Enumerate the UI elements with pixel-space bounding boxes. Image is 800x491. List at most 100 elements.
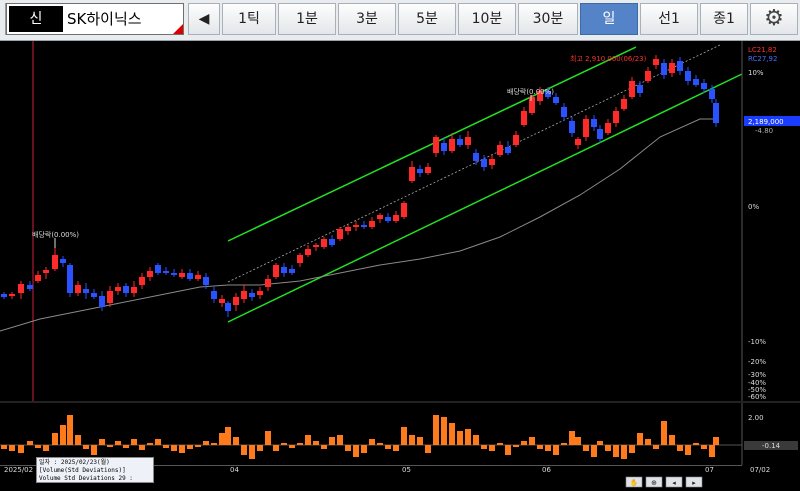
interval-30min[interactable]: 30분 [518, 3, 578, 35]
volume-bar[interactable] [473, 435, 479, 445]
volume-bar[interactable] [709, 445, 715, 457]
candle[interactable] [91, 293, 97, 297]
candle[interactable] [481, 159, 487, 167]
interval-3min[interactable]: 3분 [338, 3, 396, 35]
volume-bar[interactable] [417, 437, 423, 445]
volume-bar[interactable] [115, 441, 121, 445]
volume-bar[interactable] [545, 445, 551, 451]
volume-bar[interactable] [345, 445, 351, 451]
volume-bar[interactable] [591, 445, 597, 457]
volume-bar[interactable] [637, 433, 643, 445]
candle[interactable] [171, 273, 177, 275]
volume-bar[interactable] [305, 435, 311, 445]
volume-bar[interactable] [465, 429, 471, 445]
volume-bar[interactable] [361, 445, 367, 453]
volume-bar[interactable] [321, 445, 327, 449]
volume-bar[interactable] [605, 445, 611, 451]
candle[interactable] [377, 215, 383, 219]
volume-bar[interactable] [449, 423, 455, 445]
volume-bar[interactable] [179, 445, 185, 453]
candle[interactable] [575, 139, 581, 145]
candle[interactable] [361, 225, 367, 227]
candle[interactable] [529, 97, 535, 113]
candle[interactable] [353, 225, 359, 227]
volume-bar[interactable] [131, 439, 137, 445]
candle[interactable] [257, 291, 263, 295]
volume-bar[interactable] [241, 445, 247, 455]
volume-bar[interactable] [281, 443, 287, 445]
candle[interactable] [281, 267, 287, 273]
candle[interactable] [677, 61, 683, 71]
candle[interactable] [637, 85, 643, 93]
candle[interactable] [449, 139, 455, 151]
candle[interactable] [233, 297, 239, 305]
volume-bar[interactable] [561, 443, 567, 445]
volume-bar[interactable] [289, 445, 295, 448]
candle[interactable] [195, 275, 201, 279]
volume-bar[interactable] [713, 437, 719, 445]
hand-icon[interactable]: ✋ [630, 478, 639, 487]
volume-bar[interactable] [83, 445, 89, 449]
candle[interactable] [669, 63, 675, 73]
volume-bar[interactable] [369, 439, 375, 445]
volume-bar[interactable] [513, 445, 519, 447]
volume-bar[interactable] [67, 415, 73, 445]
volume-bar[interactable] [195, 445, 201, 447]
interval-day[interactable]: 일 [580, 3, 638, 35]
candle[interactable] [497, 145, 503, 155]
volume-bar[interactable] [433, 415, 439, 445]
stock-name[interactable]: SK하이닉스 [67, 4, 142, 34]
volume-bar[interactable] [9, 445, 15, 451]
volume-bar[interactable] [203, 441, 209, 445]
candle[interactable] [1, 294, 7, 297]
candle[interactable] [163, 271, 169, 273]
candle[interactable] [313, 245, 319, 247]
volume-bar[interactable] [273, 445, 279, 451]
candle[interactable] [713, 103, 719, 123]
candle[interactable] [305, 249, 311, 255]
candle[interactable] [621, 99, 627, 109]
candle[interactable] [521, 111, 527, 125]
candle[interactable] [645, 71, 651, 81]
candle[interactable] [513, 135, 519, 145]
volume-bar[interactable] [401, 427, 407, 445]
candle[interactable] [265, 279, 271, 287]
candle[interactable] [147, 271, 153, 277]
candle[interactable] [489, 159, 495, 165]
volume-bar[interactable] [425, 445, 431, 453]
candle[interactable] [187, 273, 193, 279]
volume-bar[interactable] [693, 443, 699, 445]
volume-bar[interactable] [265, 431, 271, 445]
candle[interactable] [75, 285, 81, 293]
candle[interactable] [123, 286, 129, 293]
volume-bar[interactable] [297, 443, 303, 445]
stock-search-field[interactable]: 신 SK하이닉스 [6, 3, 184, 35]
volume-bar[interactable] [27, 441, 33, 445]
gear-icon[interactable]: ⚙ [750, 3, 798, 35]
volume-bar[interactable] [377, 443, 383, 445]
volume-bar[interactable] [18, 445, 24, 453]
volume-bar[interactable] [211, 443, 217, 445]
price-chart[interactable]: 배당락(0.00%)배당락(0.00%)최고 2,910,000(06/23) … [0, 41, 800, 401]
candle[interactable] [701, 83, 707, 89]
candle[interactable] [219, 299, 225, 303]
volume-bar[interactable] [385, 445, 391, 449]
candle[interactable] [385, 217, 391, 221]
candle[interactable] [433, 137, 439, 153]
volume-bar[interactable] [645, 439, 651, 445]
candle[interactable] [139, 277, 145, 285]
volume-bar[interactable] [43, 445, 49, 451]
volume-bar[interactable] [249, 445, 255, 459]
interval-1min[interactable]: 1분 [278, 3, 336, 35]
volume-bar[interactable] [337, 435, 343, 445]
upper-channel-line[interactable] [227, 46, 637, 242]
candle[interactable] [9, 294, 15, 296]
volume-bar[interactable] [60, 425, 66, 445]
volume-bar[interactable] [187, 445, 193, 449]
candle[interactable] [52, 255, 58, 269]
volume-bar[interactable] [677, 445, 683, 451]
interval-5min[interactable]: 5분 [398, 3, 456, 35]
candle[interactable] [249, 293, 255, 297]
candle[interactable] [27, 285, 33, 289]
candle[interactable] [321, 239, 327, 247]
